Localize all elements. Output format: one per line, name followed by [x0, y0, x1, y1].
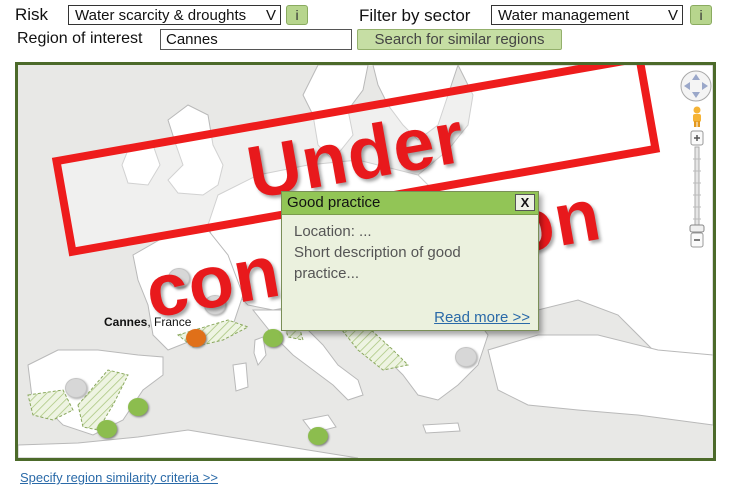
pan-control-icon[interactable]	[679, 69, 713, 103]
similarity-criteria-link[interactable]: Specify region similarity criteria >>	[20, 470, 218, 485]
chevron-down-icon: V	[667, 7, 678, 24]
map-pin-good-practice[interactable]	[128, 398, 148, 416]
popup-location: Location: ...	[294, 223, 372, 240]
read-more-link[interactable]: Read more >>	[434, 309, 530, 326]
map-pin-grey[interactable]	[65, 378, 87, 398]
search-similar-button[interactable]: Search for similar regions	[357, 29, 562, 50]
sector-label: Filter by sector	[359, 6, 471, 25]
pegman-icon[interactable]	[690, 106, 704, 128]
map-pin-good-practice[interactable]	[97, 420, 117, 438]
map-pin-good-practice[interactable]	[263, 329, 283, 347]
popup-description: Short description of good practice...	[294, 244, 461, 282]
popup-body: Location: ... Short description of good …	[282, 215, 538, 290]
chevron-down-icon: V	[265, 7, 276, 24]
risk-label: Risk	[15, 5, 49, 24]
zoom-slider-icon[interactable]	[689, 129, 705, 251]
risk-select[interactable]: Water scarcity & droughts V	[68, 5, 281, 25]
sector-select-value: Water management	[498, 7, 630, 24]
risk-info-button[interactable]: i	[286, 5, 308, 25]
region-input[interactable]: Cannes	[160, 29, 352, 50]
map-pin-grey[interactable]	[455, 347, 477, 367]
city-name: Cannes	[104, 315, 148, 329]
risk-select-value: Water scarcity & droughts	[75, 7, 247, 24]
sector-select[interactable]: Water management V	[491, 5, 683, 25]
sector-info-button[interactable]: i	[690, 5, 712, 25]
close-button[interactable]: X	[515, 194, 535, 211]
popup-header: Good practice X	[282, 192, 538, 215]
map-pin-good-practice[interactable]	[308, 427, 328, 445]
good-practice-popup: Good practice X Location: ... Short desc…	[281, 191, 539, 331]
popup-title: Good practice	[287, 194, 381, 211]
region-label: Region of interest	[17, 30, 143, 47]
